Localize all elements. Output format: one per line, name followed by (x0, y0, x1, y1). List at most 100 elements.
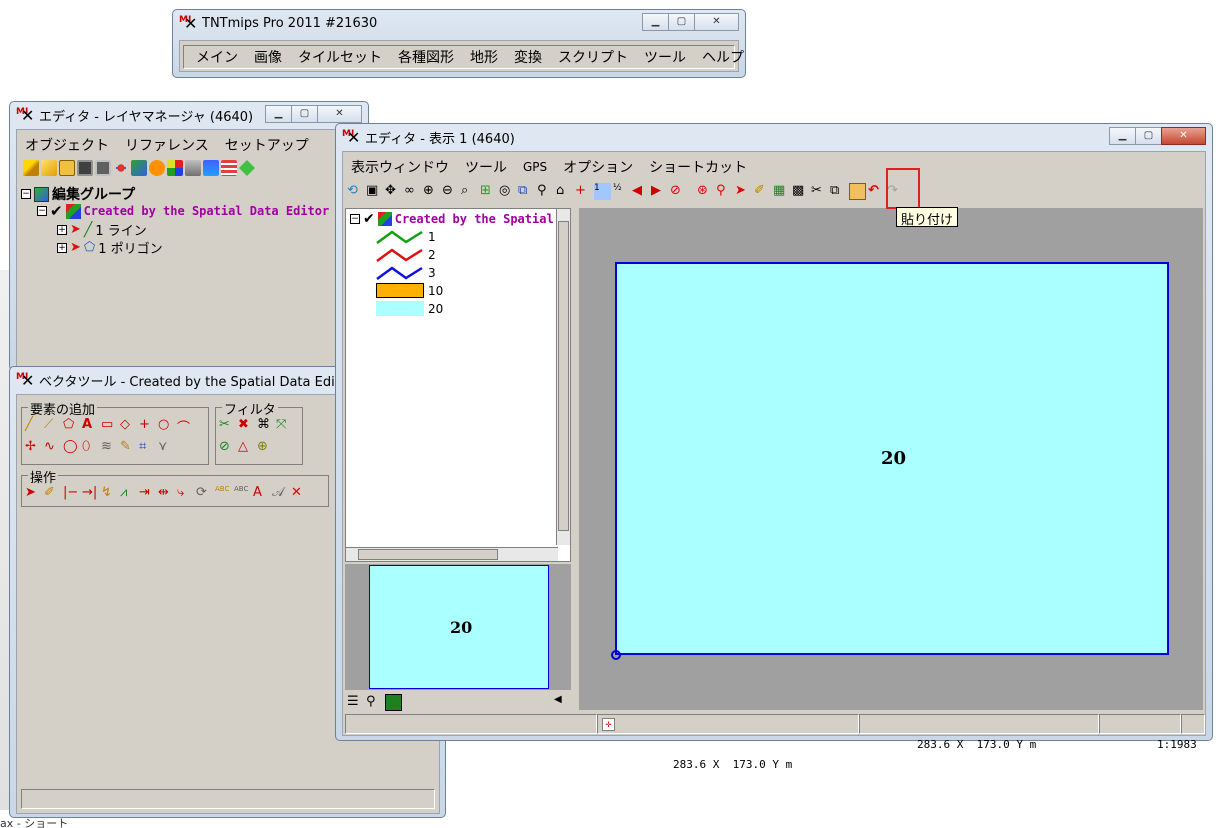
reshape-icon[interactable]: ↯ (101, 485, 118, 502)
add-line-icon[interactable]: ╱ (25, 417, 42, 434)
legend-item[interactable]: 2 (376, 247, 436, 263)
tree-object-row[interactable]: − ✔ Created by the Spatial Data Editor (37, 202, 329, 220)
menu-main[interactable]: メイン (188, 47, 246, 67)
menu-geometry[interactable]: 各種図形 (390, 47, 462, 67)
map-canvas[interactable]: 20 (579, 208, 1203, 710)
add-point2-icon[interactable]: ✢ (25, 439, 42, 456)
trim-icon[interactable]: ⇥ (139, 485, 156, 502)
tree-group-row[interactable]: − 編集グループ (21, 184, 135, 204)
filter-lines-icon[interactable]: ✂ (219, 417, 236, 434)
move-icon[interactable]: ⤷ (177, 485, 194, 502)
menu-convert[interactable]: 変換 (506, 47, 550, 67)
text-path-icon[interactable]: 𝒜 (272, 485, 289, 502)
add-text-icon[interactable]: A (82, 417, 99, 434)
region-layer-icon[interactable] (239, 160, 255, 176)
find-icon[interactable]: ⚲ (537, 183, 554, 200)
zoom-red-icon[interactable]: ⚲ (716, 183, 733, 200)
pan-icon[interactable]: ✥ (385, 183, 402, 200)
zoom-box-icon[interactable]: ⌕ (461, 183, 478, 200)
add-polyline-icon[interactable]: ⟋ (44, 417, 61, 434)
paint-icon[interactable]: ✐ (44, 485, 61, 502)
tree-layer-row-line[interactable]: + ➤ ╱ 1 ライン (57, 220, 147, 239)
measure-icon[interactable]: ½ (613, 183, 630, 200)
expand-toggle[interactable]: + (57, 242, 67, 253)
legend-object-row[interactable]: − ✔ Created by the Spatial D (350, 211, 568, 227)
save-icon[interactable] (77, 160, 93, 176)
delete-icon[interactable]: ✕ (291, 485, 308, 502)
binoculars-icon[interactable]: ∞ (404, 183, 421, 200)
menu-display-window[interactable]: 表示ウィンドウ (343, 157, 457, 177)
full-view-icon[interactable]: ▣ (366, 183, 383, 200)
shape-layer-icon[interactable] (149, 160, 165, 176)
color-grid-icon[interactable] (167, 160, 183, 176)
snap-icon[interactable]: ⩘ (120, 485, 137, 502)
select-mode-icon[interactable]: 1 (594, 182, 611, 200)
pinmap-layer-icon[interactable] (203, 160, 219, 176)
target-icon[interactable]: ◎ (499, 183, 516, 200)
select-arrow-icon[interactable]: ➤ (735, 183, 752, 200)
add-layer-icon[interactable]: + (575, 183, 592, 200)
filter-dangles-icon[interactable]: ⤧ (276, 417, 293, 434)
expand-toggle[interactable]: + (57, 224, 67, 235)
edit-pencil-icon[interactable] (23, 160, 39, 176)
zoom-icon[interactable]: ⚲ (366, 694, 383, 711)
add-gps-icon[interactable]: ⌗ (139, 439, 156, 456)
menu-reference[interactable]: リファレンス (117, 135, 217, 155)
collapse-toggle[interactable]: − (37, 206, 47, 216)
menu-tileset[interactable]: タイルセット (290, 47, 390, 67)
gps-target-icon[interactable]: ⊛ (697, 183, 714, 200)
legend-item[interactable]: 1 (376, 229, 436, 245)
pattern-icon[interactable]: ▩ (792, 183, 809, 200)
add-circle-icon[interactable]: ○ (158, 417, 175, 434)
close-button[interactable]: ✕ (694, 13, 739, 31)
layer-controls-icon[interactable]: ⧉ (518, 183, 535, 200)
text-style-icon[interactable]: A (253, 485, 270, 502)
menu-tools[interactable]: ツール (636, 47, 694, 67)
next-view-icon[interactable]: ▶ (651, 183, 668, 200)
filter-islands-icon[interactable]: ⊘ (219, 439, 236, 456)
table-layer-icon[interactable] (221, 160, 237, 176)
main-titlebar[interactable]: MI ✕ TNTmips Pro 2011 #21630 ▁ ▢ ✕ (173, 10, 745, 37)
filter-sliver-icon[interactable]: △ (238, 439, 255, 456)
add-ellipse-icon[interactable]: ◯ (63, 439, 80, 456)
prev-view-icon[interactable]: ◀ (632, 183, 649, 200)
maximize-button[interactable]: ▢ (1135, 127, 1162, 145)
legend-horizontal-scrollbar[interactable] (346, 547, 558, 561)
select-arrow-icon[interactable]: ➤ (25, 485, 42, 502)
add-curve-icon[interactable]: ∿ (44, 439, 61, 456)
collapse-panel-icon[interactable]: ◀ (554, 694, 571, 711)
filter-nodes-icon[interactable]: ✖ (238, 417, 255, 434)
menu-gps[interactable]: GPS (515, 160, 555, 174)
paste-icon[interactable] (849, 182, 866, 200)
filter-polygons-icon[interactable]: ⌘ (257, 417, 274, 434)
add-diamond-icon[interactable]: ◇ (120, 417, 137, 434)
stop-icon[interactable]: ⊘ (670, 183, 687, 200)
raster-layer-icon[interactable] (131, 160, 147, 176)
new-object-icon[interactable] (41, 160, 57, 176)
edit-brush-icon[interactable]: ✐ (754, 183, 771, 200)
save-as-icon[interactable] (95, 160, 111, 176)
close-button[interactable]: ✕ (1161, 127, 1206, 145)
legend-item[interactable]: 3 (376, 265, 436, 281)
minimize-button[interactable]: ▁ (642, 13, 669, 31)
minimize-button[interactable]: ▁ (1109, 127, 1136, 145)
add-stream-icon[interactable]: ≋ (101, 439, 118, 456)
polygon-20[interactable]: 20 (615, 262, 1169, 655)
zoom-out-icon[interactable]: ⊖ (442, 183, 459, 200)
grid-icon[interactable]: ⊞ (480, 183, 497, 200)
rotate-icon[interactable]: ⟳ (196, 485, 213, 502)
menu-shortcuts[interactable]: ショートカット (641, 157, 755, 177)
overview-map-icon[interactable] (385, 693, 402, 711)
label-edit-icon[interactable]: ABC (234, 485, 251, 502)
menu-setup[interactable]: セットアップ (217, 135, 317, 155)
text-layer-icon[interactable] (185, 160, 201, 176)
menu-image[interactable]: 画像 (246, 47, 290, 67)
maximize-button[interactable]: ▢ (291, 105, 318, 123)
collapse-toggle[interactable]: − (21, 189, 31, 199)
menu-object[interactable]: オブジェクト (17, 135, 117, 155)
layer-manager-titlebar[interactable]: MI ✕ エディタ - レイヤマネージャ (4640) ▁ ▢ ✕ (10, 102, 368, 129)
minimize-button[interactable]: ▁ (265, 105, 292, 123)
add-pattern-icon[interactable]: ✎ (120, 439, 137, 456)
add-polygon-icon[interactable]: ⬠ (63, 417, 80, 434)
menu-script[interactable]: スクリプト (550, 47, 636, 67)
